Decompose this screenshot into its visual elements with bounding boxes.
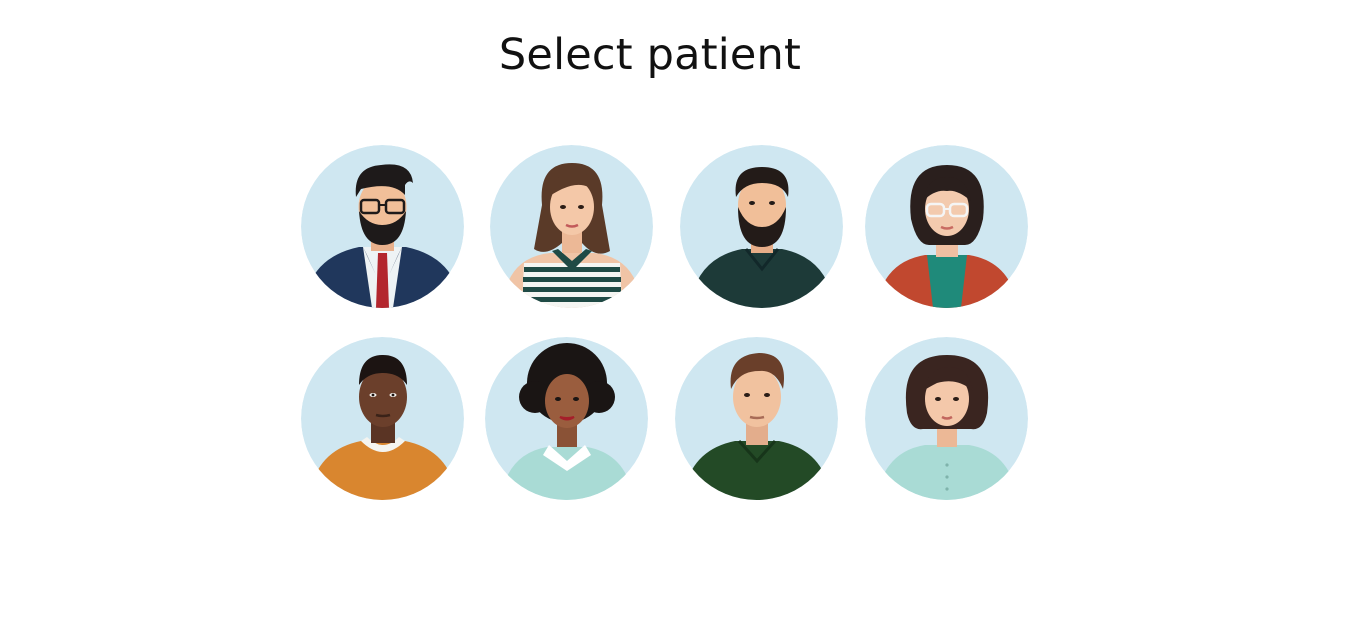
patient-avatar-2[interactable] xyxy=(490,145,653,308)
man-orange-sweater-avatar-icon xyxy=(301,337,464,500)
patient-avatar-7[interactable] xyxy=(675,337,838,500)
man-beard-dark-shirt-avatar-icon xyxy=(680,145,843,308)
patient-avatar-8[interactable] xyxy=(865,337,1028,500)
woman-bob-glasses-red-jacket-avatar-icon xyxy=(865,145,1028,308)
man-green-polo-avatar-icon xyxy=(675,337,838,500)
woman-shoulder-hair-mint-top-avatar-icon xyxy=(865,337,1028,500)
man-beard-glasses-suit-avatar-icon xyxy=(301,145,464,308)
patient-avatar-6[interactable] xyxy=(485,337,648,500)
patient-grid xyxy=(0,0,1350,619)
patient-avatar-3[interactable] xyxy=(680,145,843,308)
patient-avatar-5[interactable] xyxy=(301,337,464,500)
woman-curly-hair-avatar-icon xyxy=(485,337,648,500)
patient-avatar-4[interactable] xyxy=(865,145,1028,308)
patient-avatar-1[interactable] xyxy=(301,145,464,308)
woman-long-hair-striped-top-avatar-icon xyxy=(490,145,653,308)
